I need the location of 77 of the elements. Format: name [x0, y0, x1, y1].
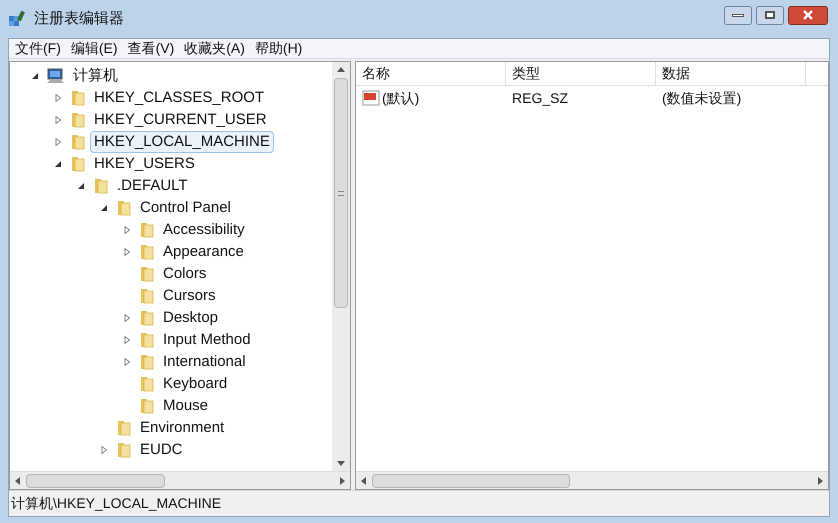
expanded-arrow-icon[interactable]: [100, 204, 108, 212]
folder-icon: [138, 287, 156, 305]
horizontal-scrollbar[interactable]: [356, 471, 828, 489]
computer-icon: [46, 67, 66, 85]
collapsed-arrow-icon[interactable]: [123, 226, 131, 234]
collapsed-arrow-icon[interactable]: [100, 446, 108, 454]
tree-item[interactable]: .DEFAULT: [113, 175, 192, 197]
column-header[interactable]: 数据: [656, 62, 806, 85]
folder-icon: [92, 177, 110, 195]
status-bar: 计算机\HKEY_LOCAL_MACHINE: [9, 490, 829, 516]
tree-item[interactable]: Appearance: [159, 241, 248, 263]
up-arrow-icon[interactable]: [337, 66, 345, 74]
minimize-button[interactable]: [724, 6, 752, 24]
folder-icon: [138, 243, 156, 261]
left-arrow-icon[interactable]: [360, 476, 368, 484]
tree-item[interactable]: Mouse: [159, 395, 212, 417]
folder-icon: [69, 155, 87, 173]
folder-icon: [69, 133, 87, 151]
collapsed-arrow-icon[interactable]: [123, 248, 131, 256]
menu-item[interactable]: 文件(F): [15, 38, 61, 59]
folder-icon: [115, 441, 133, 459]
collapsed-arrow-icon[interactable]: [123, 314, 131, 322]
folder-icon: [138, 353, 156, 371]
tree-item[interactable]: Environment: [136, 417, 228, 439]
tree-item[interactable]: Cursors: [159, 285, 220, 307]
collapsed-arrow-icon[interactable]: [123, 358, 131, 366]
folder-icon: [115, 419, 133, 437]
window-title: 注册表编辑器: [34, 8, 124, 29]
folder-icon: [138, 221, 156, 239]
tree-item[interactable]: EUDC: [136, 439, 187, 461]
registry-app-icon: [8, 10, 26, 28]
string-value-icon: [362, 90, 380, 106]
tree-item[interactable]: HKEY_USERS: [90, 153, 199, 175]
table-cell-text: (数值未设置): [662, 88, 742, 108]
maximize-button[interactable]: [756, 6, 784, 24]
column-header[interactable]: 名称: [356, 62, 506, 85]
horizontal-scrollbar[interactable]: [10, 471, 350, 489]
tree-item[interactable]: Control Panel: [136, 197, 235, 219]
collapsed-arrow-icon[interactable]: [54, 94, 62, 102]
folder-icon: [69, 89, 87, 107]
collapsed-arrow-icon[interactable]: [54, 116, 62, 124]
folder-icon: [69, 111, 87, 129]
folder-icon: [138, 331, 156, 349]
folder-icon: [138, 397, 156, 415]
tree-item[interactable]: 计算机: [69, 65, 122, 87]
tree-item[interactable]: HKEY_LOCAL_MACHINE: [90, 131, 274, 153]
tree-item[interactable]: Desktop: [159, 307, 222, 329]
table-cell-text: (默认): [382, 88, 420, 108]
vertical-scrollbar[interactable]: [332, 62, 350, 471]
expanded-arrow-icon[interactable]: [31, 72, 39, 80]
menu-item[interactable]: 编辑(E): [70, 38, 118, 59]
folder-icon: [115, 199, 133, 217]
close-button[interactable]: [788, 6, 828, 24]
tree-item[interactable]: Keyboard: [159, 373, 232, 395]
expanded-arrow-icon[interactable]: [77, 182, 85, 190]
menu-item[interactable]: 帮助(H): [254, 38, 302, 59]
left-arrow-icon[interactable]: [14, 476, 22, 484]
menu-item[interactable]: 查看(V): [128, 38, 174, 59]
collapsed-arrow-icon[interactable]: [123, 336, 131, 344]
table-cell-text: REG_SZ: [512, 88, 568, 108]
tree-item[interactable]: Input Method: [159, 329, 255, 351]
tree-item[interactable]: HKEY_CLASSES_ROOT: [90, 87, 268, 109]
tree-item[interactable]: International: [159, 351, 250, 373]
tree-item[interactable]: HKEY_CURRENT_USER: [90, 109, 271, 131]
close-icon: [802, 10, 814, 20]
collapsed-arrow-icon[interactable]: [54, 138, 62, 146]
column-header[interactable]: 类型: [506, 62, 656, 85]
tree-item[interactable]: Accessibility: [159, 219, 249, 241]
folder-icon: [138, 309, 156, 327]
right-arrow-icon[interactable]: [816, 476, 824, 484]
menu-item[interactable]: 收藏夹(A): [184, 38, 245, 59]
folder-icon: [138, 375, 156, 393]
folder-icon: [138, 265, 156, 283]
right-arrow-icon[interactable]: [338, 476, 346, 484]
tree-item[interactable]: Colors: [159, 263, 210, 285]
down-arrow-icon[interactable]: [337, 459, 345, 467]
expanded-arrow-icon[interactable]: [54, 160, 62, 168]
